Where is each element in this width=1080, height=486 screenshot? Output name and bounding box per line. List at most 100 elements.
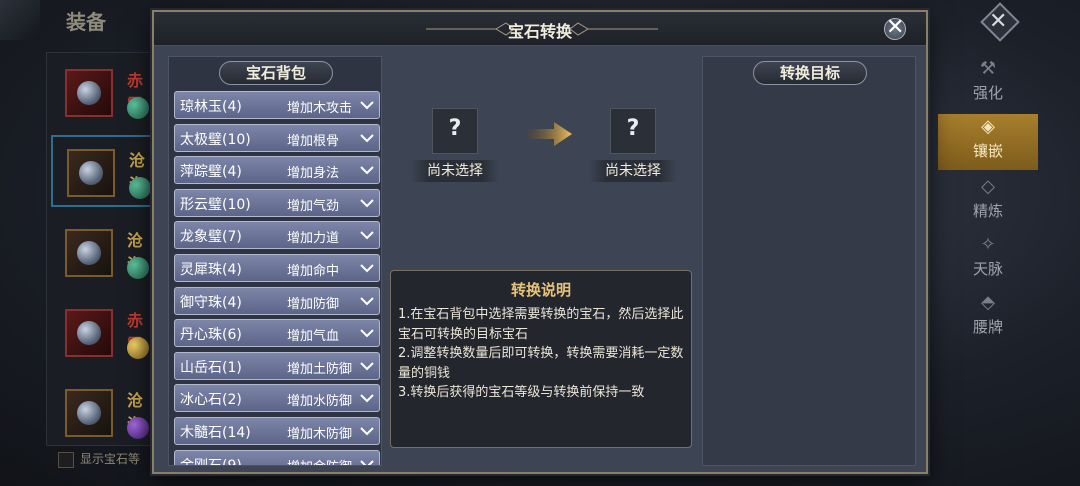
gem-effect: 增加金防御 xyxy=(287,456,352,465)
show-gem-label: 显示宝石等 xyxy=(80,452,141,466)
chevron-down-icon[interactable] xyxy=(358,290,376,312)
chevron-down-icon[interactable] xyxy=(358,453,376,466)
equipment-thumbnail xyxy=(65,309,113,357)
gem-socket-icon xyxy=(127,417,149,439)
gem-effect: 增加根骨 xyxy=(287,133,340,149)
source-slot-label: 尚未选择 xyxy=(411,160,499,182)
gem-row[interactable]: 形云璧(10) 增加气劲 xyxy=(174,188,380,217)
gem-row[interactable]: 萍踪璧(4) 增加身法 xyxy=(174,156,380,185)
equipment-item[interactable]: 赤霄 xyxy=(51,57,155,129)
gem-row[interactable]: 琼林玉(4) 增加木攻击 xyxy=(174,91,380,119)
equipment-thumbnail xyxy=(65,69,113,117)
chevron-down-icon[interactable] xyxy=(358,224,376,246)
show-gem-checkbox[interactable]: 显示宝石等 xyxy=(58,450,140,468)
gem-socket-icon xyxy=(127,97,149,119)
gem-row[interactable]: 山岳石(1) 增加土防御 xyxy=(174,351,380,380)
gem-name: 灵犀珠(4) xyxy=(180,261,242,278)
gem-list[interactable]: 琼林玉(4) 增加木攻击 太极璧(10) 增加根骨 萍踪璧(4) 增加身法 形云璧(1… xyxy=(174,91,380,466)
equipment-thumbnail xyxy=(67,149,115,197)
instruction-line: 2.调整转换数量后即可转换，转换需要消耗一定数量的铜钱 xyxy=(398,346,684,381)
equipment-item[interactable]: 沧海 xyxy=(51,217,155,289)
gem-effect: 增加水防御 xyxy=(287,394,353,410)
gem-effect: 增加防御 xyxy=(287,296,340,312)
tab-label: 强化 xyxy=(972,84,1003,102)
gem-row[interactable]: 灵犀珠(4) 增加命中 xyxy=(174,253,380,282)
gem-row[interactable]: 冰心石(2) 增加水防御 xyxy=(174,384,380,413)
gem-socket-icon xyxy=(127,257,149,279)
close-screen-button[interactable]: ✕ xyxy=(978,2,1020,42)
equipment-item[interactable]: 沧海 xyxy=(51,135,155,207)
gem-row[interactable]: 太极璧(10) 增加根骨 xyxy=(174,123,380,152)
equipment-list: 赤霄 沧海 沧海 赤霄 沧海 xyxy=(46,52,156,446)
chevron-down-icon[interactable] xyxy=(358,127,376,149)
gem-name: 琼林玉(4) xyxy=(180,99,242,115)
question-mark-icon: ? xyxy=(626,116,640,141)
conversion-instructions: 转换说明 1.在宝石背包中选择需要转换的宝石，然后选择此宝石可转换的目标宝石 2… xyxy=(390,270,692,448)
gem-name: 木髓石(14) xyxy=(180,424,251,441)
dialog-header: 宝石转换 ✕ xyxy=(154,12,926,46)
chevron-down-icon[interactable] xyxy=(358,322,376,344)
question-mark-icon: ? xyxy=(448,116,462,141)
dialog-title: 宝石转换 xyxy=(507,22,572,41)
gem-row[interactable]: 丹心珠(6) 增加气血 xyxy=(174,319,380,348)
equipment-title: 装备 xyxy=(66,10,106,34)
tab-token[interactable]: ⬘ 腰牌 xyxy=(938,290,1038,344)
gem-name: 冰心石(2) xyxy=(180,392,242,409)
instruction-line: 3.转换后获得的宝石等级与转换前保持一致 xyxy=(398,385,645,400)
gem-row[interactable]: 龙象璧(7) 增加力道 xyxy=(174,221,380,250)
gem-effect: 增加身法 xyxy=(287,166,340,182)
gem-conversion-dialog: 宝石转换 ✕ 宝石背包 琼林玉(4) 增加木攻击 太极璧(10) 增加根骨 萍踪璧(… xyxy=(152,10,928,474)
gem-row[interactable]: 御守珠(4) 增加防御 xyxy=(174,286,380,315)
conversion-target-title: 转换目标 xyxy=(753,61,867,85)
tab-label: 镶嵌 xyxy=(972,142,1003,160)
chevron-down-icon[interactable] xyxy=(358,94,376,116)
gem-name: 山岳石(1) xyxy=(180,359,242,376)
gem-name: 太极璧(10) xyxy=(180,131,251,148)
chevron-down-icon[interactable] xyxy=(358,159,376,181)
gem-socket-icon xyxy=(129,177,151,199)
anvil-icon: ⚒ xyxy=(979,58,997,79)
tab-inlay[interactable]: ◈ 镶嵌 xyxy=(938,114,1038,170)
background-corner-ornament xyxy=(0,0,40,40)
chevron-down-icon[interactable] xyxy=(358,257,376,279)
conversion-target-panel: 转换目标 xyxy=(702,56,916,466)
instructions-body: 1.在宝石背包中选择需要转换的宝石，然后选择此宝石可转换的目标宝石 2.调整转换… xyxy=(398,305,686,403)
equipment-thumbnail xyxy=(65,229,113,277)
source-gem-slot[interactable]: ? xyxy=(432,108,478,154)
tab-strengthen[interactable]: ⚒ 强化 xyxy=(938,56,1038,110)
meridian-icon: ✧ xyxy=(980,234,996,255)
tab-label: 精炼 xyxy=(972,202,1003,220)
gem-row[interactable]: 木髓石(14) 增加木防御 xyxy=(174,416,380,445)
gem-name: 萍踪璧(4) xyxy=(180,164,242,181)
gem-bag-panel: 宝石背包 琼林玉(4) 增加木攻击 太极璧(10) 增加根骨 萍踪璧(4) 增加身法 … xyxy=(168,56,382,466)
equipment-item[interactable]: 沧海 xyxy=(51,377,155,449)
gem-effect: 增加木攻击 xyxy=(287,101,353,116)
chevron-down-icon[interactable] xyxy=(358,420,376,442)
gem-effect: 增加命中 xyxy=(287,263,340,279)
target-gem-slot[interactable]: ? xyxy=(610,108,656,154)
inlay-icon: ◈ xyxy=(981,116,995,137)
checkbox-box[interactable] xyxy=(58,451,74,468)
equipment-thumbnail xyxy=(65,389,113,437)
tab-meridian[interactable]: ✧ 天脉 xyxy=(938,232,1038,286)
equipment-item[interactable]: 赤霄 xyxy=(51,297,155,369)
gem-name: 龙象璧(7) xyxy=(180,229,242,246)
close-icon: ✕ xyxy=(989,9,1008,34)
gem-row[interactable]: 金刚石(9) 增加金防御 xyxy=(174,449,380,466)
gem-name: 丹心珠(6) xyxy=(180,327,242,344)
target-slot-label: 尚未选择 xyxy=(589,160,677,182)
gem-socket-icon xyxy=(127,337,149,359)
convert-arrow-icon xyxy=(528,122,572,146)
gem-name: 形云璧(10) xyxy=(180,196,251,213)
refine-icon: ◇ xyxy=(981,176,995,197)
gem-name: 御守珠(4) xyxy=(180,294,242,311)
instructions-title: 转换说明 xyxy=(510,281,571,299)
gem-effect: 增加木防御 xyxy=(287,426,353,442)
chevron-down-icon[interactable] xyxy=(358,387,376,409)
gem-effect: 增加气血 xyxy=(287,329,340,345)
instruction-line: 1.在宝石背包中选择需要转换的宝石，然后选择此宝石可转换的目标宝石 xyxy=(398,307,684,342)
dialog-close-button[interactable]: ✕ xyxy=(880,15,910,42)
tab-refine[interactable]: ◇ 精炼 xyxy=(938,174,1038,228)
chevron-down-icon[interactable] xyxy=(358,192,376,214)
chevron-down-icon[interactable] xyxy=(358,355,376,377)
